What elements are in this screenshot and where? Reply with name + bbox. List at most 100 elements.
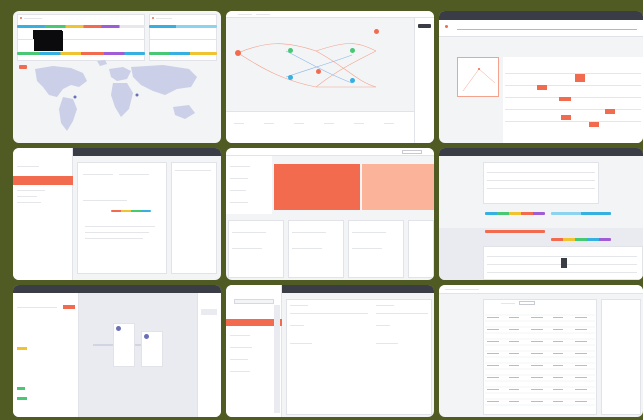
form-label — [376, 305, 394, 306]
stat-label — [324, 123, 334, 124]
card-row — [232, 232, 266, 233]
legend-item — [230, 190, 246, 191]
gantt-row — [505, 97, 641, 98]
bottom-card — [348, 220, 404, 278]
form-field[interactable] — [290, 343, 312, 344]
gantt-area — [503, 57, 643, 143]
form-field[interactable] — [83, 200, 127, 201]
form-field[interactable] — [119, 174, 149, 175]
sidebar-item[interactable] — [230, 347, 252, 348]
form-panel — [77, 162, 167, 274]
sidebar-item[interactable] — [17, 196, 37, 197]
table-row — [487, 180, 595, 181]
sidebar-item[interactable] — [230, 335, 250, 336]
side-panel — [171, 162, 217, 274]
node-icon[interactable] — [288, 48, 293, 53]
form-field[interactable] — [290, 313, 368, 314]
card-row — [292, 248, 322, 249]
tile-treemap-dashboard[interactable] — [226, 148, 434, 280]
status-badge — [561, 258, 567, 268]
table-row — [487, 256, 637, 257]
form-field[interactable] — [376, 343, 398, 344]
form-label — [290, 305, 308, 306]
left-legend — [226, 156, 272, 214]
stat-row — [226, 111, 414, 143]
color-strip — [551, 238, 611, 241]
gantt-bar[interactable] — [561, 115, 571, 120]
node-icon[interactable] — [374, 29, 379, 34]
tile-settings-form[interactable] — [13, 148, 221, 280]
stat-label — [384, 123, 394, 124]
workflow-connector — [93, 344, 141, 346]
sidebar-item[interactable] — [230, 371, 250, 372]
gantt-row — [505, 73, 641, 74]
sidebar-item[interactable] — [230, 359, 248, 360]
gantt-bar[interactable] — [575, 74, 585, 82]
world-map-icon[interactable] — [13, 11, 221, 143]
legend-item — [230, 202, 248, 203]
sidebar-column — [274, 305, 280, 413]
dark-header — [439, 148, 643, 156]
gantt-bar[interactable] — [537, 85, 547, 90]
gantt-row — [505, 109, 641, 110]
table-row — [487, 188, 595, 189]
node-icon[interactable] — [316, 69, 321, 74]
gantt-bar[interactable] — [589, 122, 599, 127]
right-panel-box[interactable] — [201, 309, 217, 315]
node-icon[interactable] — [235, 50, 241, 56]
color-strip — [485, 212, 545, 215]
dark-header — [73, 148, 221, 156]
bottom-card — [228, 220, 284, 278]
header-button[interactable] — [402, 150, 422, 154]
form-text — [85, 232, 149, 233]
color-strip — [485, 230, 545, 233]
form-label — [376, 325, 390, 326]
sidebar-item[interactable] — [13, 176, 73, 185]
tile-data-table-dashboard[interactable] — [439, 148, 643, 280]
card-row — [352, 248, 382, 249]
dark-header — [282, 285, 434, 293]
sidebar-item[interactable] — [17, 190, 45, 191]
form-field[interactable] — [83, 174, 113, 175]
side-panel-field[interactable] — [175, 170, 211, 171]
tile-world-map-dashboard[interactable] — [13, 11, 221, 143]
stat-label — [264, 123, 274, 124]
legend-item — [230, 166, 250, 167]
tile-timeline-gantt[interactable] — [439, 11, 643, 143]
form-label — [290, 325, 304, 326]
top-table — [483, 162, 599, 204]
card-row — [352, 232, 386, 233]
color-strip — [551, 212, 611, 215]
sidebar — [13, 148, 73, 280]
legend-item — [230, 178, 248, 179]
card-row — [232, 248, 262, 249]
sidebar-search[interactable] — [234, 299, 274, 304]
gantt-row — [505, 85, 641, 86]
gantt-row — [505, 121, 641, 122]
form-field[interactable] — [376, 313, 428, 314]
sidebar-item[interactable] — [17, 166, 39, 167]
tile-sidebar-form[interactable] — [226, 285, 434, 417]
bottom-card — [288, 220, 344, 278]
stat-label — [354, 123, 364, 124]
stat-label — [294, 123, 304, 124]
bottom-card — [408, 220, 434, 278]
treemap-block[interactable] — [274, 164, 360, 210]
node-icon[interactable] — [350, 78, 355, 83]
node-icon[interactable] — [288, 75, 293, 80]
node-icon[interactable] — [350, 48, 355, 53]
table-grid — [485, 314, 595, 406]
form-text — [85, 226, 155, 227]
form-text — [85, 238, 143, 239]
form-panel — [286, 299, 432, 415]
treemap-block[interactable] — [362, 164, 434, 210]
gantt-bar[interactable] — [559, 97, 571, 101]
tile-flow-diagram[interactable] — [226, 11, 434, 143]
card-row — [292, 232, 326, 233]
tile-workflow-builder[interactable] — [13, 285, 221, 417]
tile-spreadsheet-table[interactable] — [439, 285, 643, 417]
table-row — [487, 272, 637, 273]
gantt-bar[interactable] — [605, 109, 615, 114]
sidebar-item[interactable] — [17, 202, 41, 203]
color-strip — [111, 210, 151, 212]
